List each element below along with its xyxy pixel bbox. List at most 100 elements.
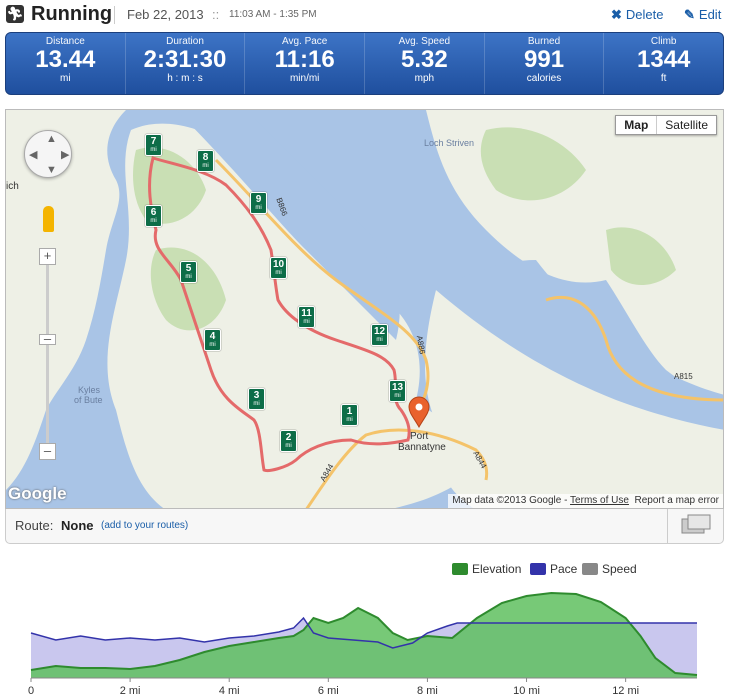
route-bar: Route: None (add to your routes) xyxy=(5,509,724,544)
mile-number: 3 xyxy=(253,390,260,401)
mile-number: 8 xyxy=(202,152,209,163)
map-type-satellite-button[interactable]: Satellite xyxy=(657,116,716,134)
page-title: Running xyxy=(31,3,113,25)
attribution-text: Map data ©2013 Google - xyxy=(452,495,568,506)
mile-unit: mi xyxy=(303,319,310,325)
stat-value: 1344 xyxy=(637,46,691,73)
stat-unit: ft xyxy=(660,73,667,84)
mile-marker-9[interactable]: 9 mi xyxy=(250,192,267,214)
stat-avg-pace: Avg. Pace 11:16 min/mi xyxy=(245,33,366,94)
mile-marker-7[interactable]: 7 mi xyxy=(145,134,162,156)
stat-label: Burned xyxy=(527,36,561,47)
map-type-map-button[interactable]: Map xyxy=(616,116,658,134)
add-to-routes-link[interactable]: (add to your routes) xyxy=(101,520,188,531)
mile-unit: mi xyxy=(202,163,209,169)
x-tick-label: 10 mi xyxy=(513,685,540,697)
layers-button[interactable] xyxy=(667,509,723,543)
mile-unit: mi xyxy=(253,401,260,407)
activity-header: 🏃︎ Running Feb 22, 2013 :: 11:03 AM - 1:… xyxy=(0,0,730,30)
delete-button[interactable]: ✖ Delete xyxy=(611,7,663,23)
zoom-out-button[interactable]: – xyxy=(39,443,56,460)
stat-label: Avg. Pace xyxy=(281,36,328,47)
x-tick-label: 4 mi xyxy=(219,685,240,697)
mile-marker-3[interactable]: 3 mi xyxy=(248,388,265,410)
pencil-icon: ✎ xyxy=(684,7,695,22)
stat-unit: min/mi xyxy=(289,73,320,84)
zoom-slider-track[interactable] xyxy=(46,256,49,456)
mile-number: 5 xyxy=(185,263,192,274)
stat-unit: calories xyxy=(526,73,562,84)
report-map-error-link[interactable]: Report a map error xyxy=(635,495,719,506)
mile-number: 11 xyxy=(301,308,312,319)
stat-climb: Climb 1344 ft xyxy=(604,33,723,94)
mile-number: 10 xyxy=(272,259,285,270)
delete-label: Delete xyxy=(625,7,664,22)
route-value: None xyxy=(61,518,94,533)
route-map[interactable]: Loch Striven ich Kyles of Bute Port Bann… xyxy=(5,109,724,509)
mile-unit: mi xyxy=(394,393,401,399)
stat-unit: mi xyxy=(60,73,71,84)
stat-value: 5.32 xyxy=(400,46,448,73)
stats-bar: Distance 13.44 mi Duration 2:31:30 h : m : s… xyxy=(5,32,724,95)
stat-value: 991 xyxy=(524,46,565,73)
stat-label: Climb xyxy=(650,36,677,47)
running-icon: 🏃︎ xyxy=(6,5,24,23)
street-view-pegman-icon[interactable] xyxy=(43,206,54,232)
pan-left-icon[interactable]: ◀ xyxy=(29,148,37,161)
mile-number: 4 xyxy=(209,331,216,342)
mile-marker-8[interactable]: 8 mi xyxy=(197,150,214,172)
divider xyxy=(114,6,115,24)
stat-burned: Burned 991 calories xyxy=(485,33,605,94)
activity-time-range: 11:03 AM - 1:35 PM xyxy=(229,9,317,20)
map-canvas[interactable] xyxy=(6,110,724,509)
edit-button[interactable]: ✎ Edit xyxy=(684,7,721,23)
pan-down-icon[interactable]: ▼ xyxy=(46,164,57,176)
pan-up-icon[interactable]: ▲ xyxy=(46,133,57,145)
mile-unit: mi xyxy=(185,274,192,280)
zoom-slider-handle[interactable]: – xyxy=(39,332,56,345)
elevation-pace-chart[interactable]: 0 2 mi 4 mi 6 mi 8 mi 10 mi 12 mi xyxy=(0,556,730,700)
terms-of-use-link[interactable]: Terms of Use xyxy=(570,495,629,506)
mile-number: 7 xyxy=(150,136,157,147)
mile-unit: mi xyxy=(150,218,157,224)
mile-number: 6 xyxy=(150,207,157,218)
mile-marker-10[interactable]: 10 mi xyxy=(270,257,287,279)
stat-unit: h : m : s xyxy=(167,73,203,84)
mile-marker-12[interactable]: 12 mi xyxy=(371,324,388,346)
stat-value: 2:31:30 xyxy=(143,46,227,73)
mile-unit: mi xyxy=(346,417,353,423)
mile-marker-5[interactable]: 5 mi xyxy=(180,261,197,283)
x-tick-label: 0 xyxy=(28,685,34,697)
x-tick-label: 12 mi xyxy=(612,685,639,697)
edit-label: Edit xyxy=(698,7,722,22)
mile-marker-2[interactable]: 2 mi xyxy=(280,430,297,452)
stat-distance: Distance 13.44 mi xyxy=(6,33,126,94)
mile-number: 1 xyxy=(346,406,353,417)
location-pin-icon[interactable] xyxy=(408,396,430,428)
mile-marker-13[interactable]: 13 mi xyxy=(389,380,406,402)
date-separator: :: xyxy=(212,7,220,22)
stat-unit: mph xyxy=(414,73,435,84)
mile-unit: mi xyxy=(150,147,157,153)
mile-marker-4[interactable]: 4 mi xyxy=(204,329,221,351)
place-loch-striven: Loch Striven xyxy=(424,138,475,148)
mile-marker-6[interactable]: 6 mi xyxy=(145,205,162,227)
mile-unit: mi xyxy=(255,205,262,211)
mile-number: 2 xyxy=(285,432,292,443)
mile-marker-11[interactable]: 11 mi xyxy=(298,306,315,328)
mile-number: 12 xyxy=(373,326,386,337)
pan-control[interactable]: ▲ ▼ ◀ ▶ xyxy=(24,130,72,178)
layers-icon xyxy=(681,514,711,534)
road-label-a815: A815 xyxy=(674,372,693,381)
stat-duration: Duration 2:31:30 h : m : s xyxy=(126,33,246,94)
stat-avg-speed: Avg. Speed 5.32 mph xyxy=(365,33,485,94)
x-tick-label: 2 mi xyxy=(120,685,141,697)
mile-unit: mi xyxy=(209,342,216,348)
close-icon: ✖ xyxy=(611,7,622,22)
stat-value: 13.44 xyxy=(35,46,96,73)
zoom-in-button[interactable]: + xyxy=(39,248,56,265)
pan-right-icon[interactable]: ▶ xyxy=(61,148,69,161)
mile-unit: mi xyxy=(275,270,282,276)
stat-label: Duration xyxy=(166,36,204,47)
mile-marker-1[interactable]: 1 mi xyxy=(341,404,358,426)
